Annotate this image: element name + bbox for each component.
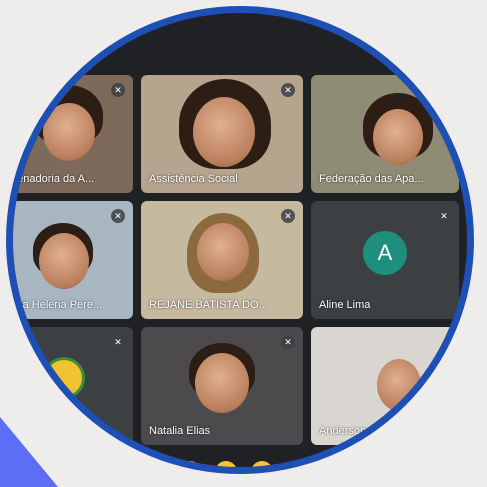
video-call-screenshot: ✕ denadoria da A... ✕ Assistência Social… xyxy=(13,13,467,467)
participant-tile[interactable]: A ✕ Aline Lima xyxy=(311,201,459,319)
participant-tile[interactable]: ✕ rcia Helena Pere... xyxy=(13,201,133,319)
participant-name: Assistência Social xyxy=(149,173,238,185)
mic-muted-icon: ✕ xyxy=(111,83,125,97)
participant-tile[interactable]: ✕ stituicio... xyxy=(13,327,133,445)
smile-reaction-icon[interactable]: 😊 xyxy=(251,461,273,467)
participant-name: Natalia Elias xyxy=(149,425,211,437)
circular-photo-frame: ✕ denadoria da A... ✕ Assistência Social… xyxy=(6,6,474,474)
participant-face xyxy=(39,233,89,289)
participant-name: rcia Helena Pere... xyxy=(13,299,103,311)
surprised-reaction-icon[interactable]: 😮 xyxy=(215,461,237,467)
participant-name: REJANE BATISTA DO... xyxy=(149,299,268,311)
participant-tile[interactable]: ✕ denadoria da A... xyxy=(13,75,133,193)
laugh-reaction-icon[interactable]: 😄 xyxy=(179,461,201,467)
participant-grid: ✕ denadoria da A... ✕ Assistência Social… xyxy=(13,75,459,445)
mic-muted-icon: ✕ xyxy=(111,209,125,223)
participant-name: Anderson Ca... xyxy=(319,425,393,437)
participant-face xyxy=(43,103,95,161)
participant-tile[interactable]: ✕ REJANE BATISTA DO... xyxy=(141,201,303,319)
thumbs-up-reaction-icon[interactable]: 👍 xyxy=(287,461,309,467)
participant-face xyxy=(197,223,249,281)
participant-tile[interactable]: Federação das Apa... xyxy=(311,75,459,193)
mic-muted-icon: ✕ xyxy=(281,335,295,349)
participant-face xyxy=(373,109,423,165)
participant-face xyxy=(195,353,249,413)
clap-reaction-icon[interactable]: 👏 xyxy=(143,461,165,467)
reaction-bar: 👏 😄 😮 😊 👍 xyxy=(143,461,309,467)
participant-face xyxy=(377,359,421,411)
mic-muted-icon: ✕ xyxy=(281,83,295,97)
mic-muted-icon: ✕ xyxy=(437,209,451,223)
mic-muted-icon: ✕ xyxy=(281,209,295,223)
participant-tile[interactable]: ✕ Assistência Social xyxy=(141,75,303,193)
participant-tile[interactable]: Anderson Ca... xyxy=(311,327,459,445)
participant-tile[interactable]: ✕ Natalia Elias xyxy=(141,327,303,445)
participant-name: stituicio... xyxy=(13,425,57,437)
participant-name: Federação das Apa... xyxy=(319,173,424,185)
participant-name: Aline Lima xyxy=(319,299,371,311)
mic-muted-icon: ✕ xyxy=(111,335,125,349)
participant-name: denadoria da A... xyxy=(13,173,95,185)
organization-logo xyxy=(43,357,85,399)
participant-face xyxy=(193,97,255,167)
avatar: A xyxy=(363,230,407,275)
